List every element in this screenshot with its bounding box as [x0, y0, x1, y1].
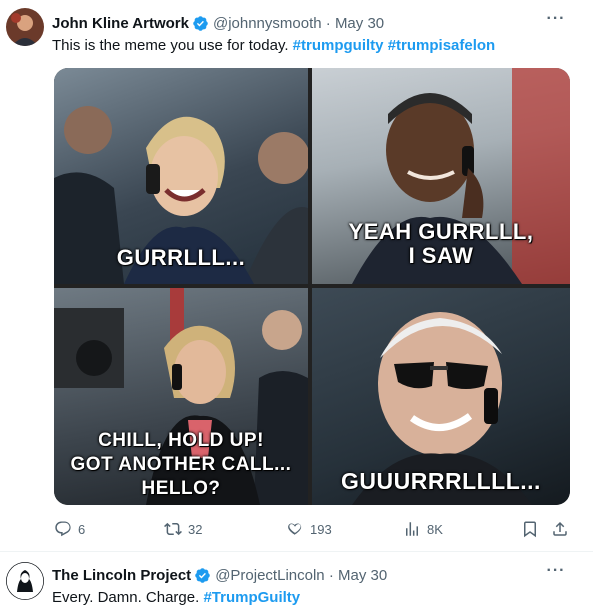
hashtag-link[interactable]: #TrumpGuilty [203, 589, 300, 606]
tweet-header: John Kline Artwork @johnnysmooth · May 3… [52, 14, 384, 32]
tweet-date[interactable]: May 30 [338, 567, 387, 584]
meme-caption: YEAH GURRLLL, I SAW [348, 219, 534, 268]
repost-button[interactable]: 32 [164, 518, 202, 540]
tweet-date[interactable]: May 30 [335, 15, 384, 32]
meme-panel: CHILL, HOLD UP! GOT ANOTHER CALL... HELL… [54, 288, 308, 505]
author-name[interactable]: John Kline Artwork [52, 15, 189, 32]
more-dots-icon[interactable]: ··· [543, 10, 569, 32]
tweet-media-image[interactable]: GURRLLL... YEAH GURRLLL, I SAW CHILL, HO… [54, 68, 570, 505]
meme-panel: YEAH GURRLLL, I SAW [312, 68, 570, 284]
heart-icon [288, 523, 302, 535]
separator: · [325, 14, 331, 32]
author-handle[interactable]: @ProjectLincoln [215, 567, 324, 584]
repost-icon [164, 522, 182, 536]
reply-button[interactable]: 6 [54, 518, 85, 540]
verified-badge-icon [192, 15, 209, 32]
views-button[interactable]: 8K [403, 518, 443, 540]
verified-badge-icon [194, 567, 211, 584]
like-count: 193 [310, 521, 332, 537]
tweet-body: This is the meme you use for today. [52, 37, 293, 54]
views-count: 8K [427, 521, 443, 537]
tweet-text: This is the meme you use for today. #tru… [52, 37, 495, 55]
separator: · [328, 566, 334, 584]
bookmark-icon [524, 521, 536, 538]
meme-panel: GURRLLL... [54, 68, 308, 284]
meme-caption: GUUURRRLLLL... [341, 468, 541, 494]
like-button[interactable]: 193 [286, 518, 332, 540]
reply-count: 6 [78, 521, 86, 537]
share-button[interactable] [551, 518, 575, 540]
meme-panel: GUUURRRLLLL... [312, 288, 570, 505]
more-dots-icon[interactable]: ··· [543, 562, 569, 584]
tweet-actions: 6 32 193 8K [54, 518, 574, 540]
tweet[interactable]: John Kline Artwork @johnnysmooth · May 3… [0, 0, 593, 552]
tweet-header: The Lincoln Project @ProjectLincoln · Ma… [52, 566, 387, 584]
meme-caption: CHILL, HOLD UP! GOT ANOTHER CALL... HELL… [70, 430, 292, 499]
views-icon [406, 522, 418, 536]
avatar[interactable] [6, 8, 44, 46]
bookmark-button[interactable] [521, 518, 545, 540]
reply-icon [55, 521, 71, 537]
tweet-body: Every. Damn. Charge. [52, 589, 204, 606]
share-icon [553, 521, 567, 536]
tweet-text: Every. Damn. Charge. #TrumpGuilty [52, 589, 300, 607]
author-name[interactable]: The Lincoln Project [52, 567, 191, 584]
hashtag-link[interactable]: #trumpguilty [293, 37, 384, 54]
author-handle[interactable]: @johnnysmooth [213, 15, 322, 32]
avatar[interactable] [6, 562, 44, 600]
tweet[interactable]: The Lincoln Project @ProjectLincoln · Ma… [0, 552, 593, 614]
meme-caption: GURRLLL... [116, 245, 246, 270]
hashtag-link[interactable]: #trumpisafelon [388, 37, 496, 54]
repost-count: 32 [188, 521, 203, 537]
